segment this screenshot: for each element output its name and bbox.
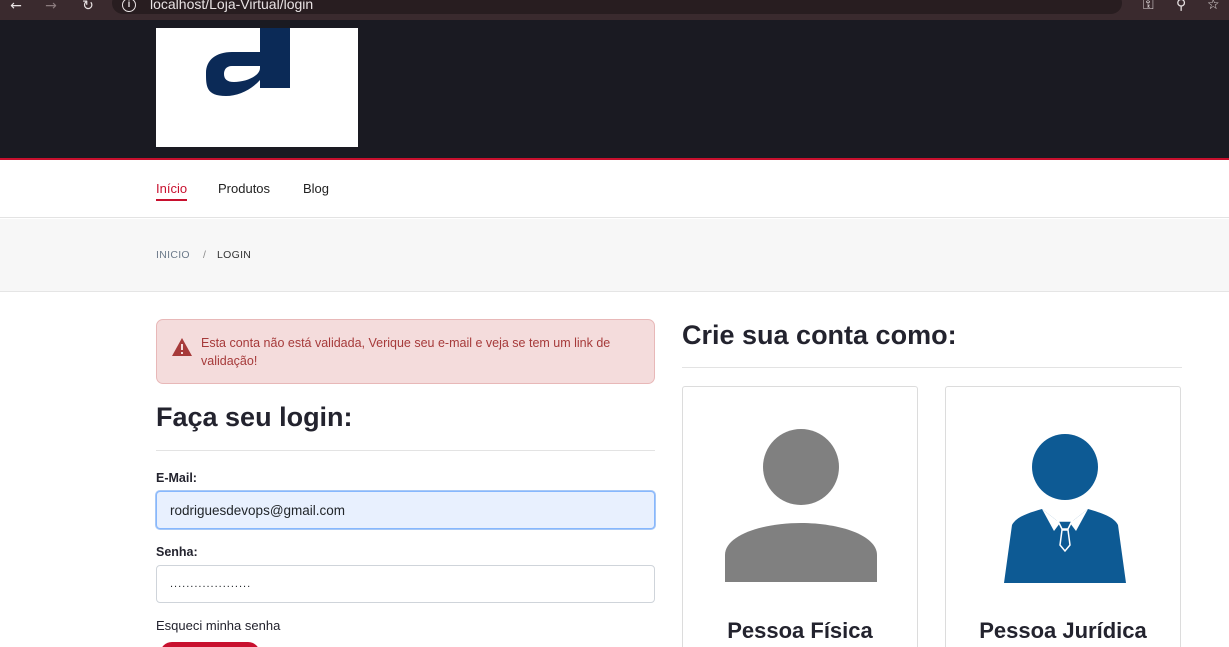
card-label-pessoa-fisica: Pessoa Física [727, 618, 873, 643]
site-header [0, 20, 1229, 160]
card-pessoa-fisica[interactable]: Pessoa Física [682, 386, 918, 647]
login-title: Faça seu login: [156, 402, 353, 432]
create-account-divider [682, 367, 1182, 368]
breadcrumb-current: LOGIN [217, 249, 252, 261]
warning-icon [172, 338, 192, 356]
alert-message: Esta conta não está validada, Verique se… [201, 336, 611, 368]
reload-icon[interactable]: ↻ [79, 0, 97, 14]
login-button[interactable] [160, 642, 260, 647]
arrow-right-icon[interactable]: → [42, 0, 60, 14]
validation-alert: Esta conta não está validada, Verique se… [156, 319, 655, 384]
star-icon[interactable]: ☆ [1207, 0, 1220, 12]
main-navigation: Início Produtos Blog [0, 162, 1229, 218]
nav-item-produtos[interactable]: Produtos [218, 181, 270, 197]
card-pessoa-juridica[interactable]: Pessoa Jurídica [945, 386, 1181, 647]
browser-toolbar: ← → ↻ i localhost/Loja-Virtual/login ⚿ ⚲… [0, 0, 1229, 20]
logo-mark-icon [206, 28, 290, 96]
key-icon[interactable]: ⚿ [1143, 0, 1154, 12]
email-label: E-Mail: [156, 471, 197, 485]
breadcrumb-separator: / [203, 249, 207, 261]
breadcrumb: INICIO / LOGIN [0, 219, 1229, 292]
nav-item-inicio[interactable]: Início [156, 181, 188, 201]
password-field[interactable] [156, 565, 655, 603]
password-label: Senha: [156, 545, 198, 559]
card-label-pessoa-juridica: Pessoa Jurídica [979, 618, 1147, 643]
arrow-left-icon[interactable]: ← [7, 0, 25, 14]
person-icon [725, 429, 877, 582]
create-account-title: Crie sua conta como: [682, 320, 957, 350]
forgot-password-link[interactable]: Esqueci minha senha [156, 618, 280, 634]
address-bar-url[interactable]: localhost/Loja-Virtual/login [150, 0, 313, 12]
breadcrumb-home[interactable]: INICIO [156, 249, 190, 262]
site-logo[interactable] [156, 28, 358, 147]
login-divider [156, 450, 655, 451]
email-field[interactable] [156, 491, 655, 529]
nav-item-blog[interactable]: Blog [303, 181, 329, 197]
business-person-icon [1004, 434, 1126, 583]
zoom-icon[interactable]: ⚲ [1176, 0, 1186, 12]
